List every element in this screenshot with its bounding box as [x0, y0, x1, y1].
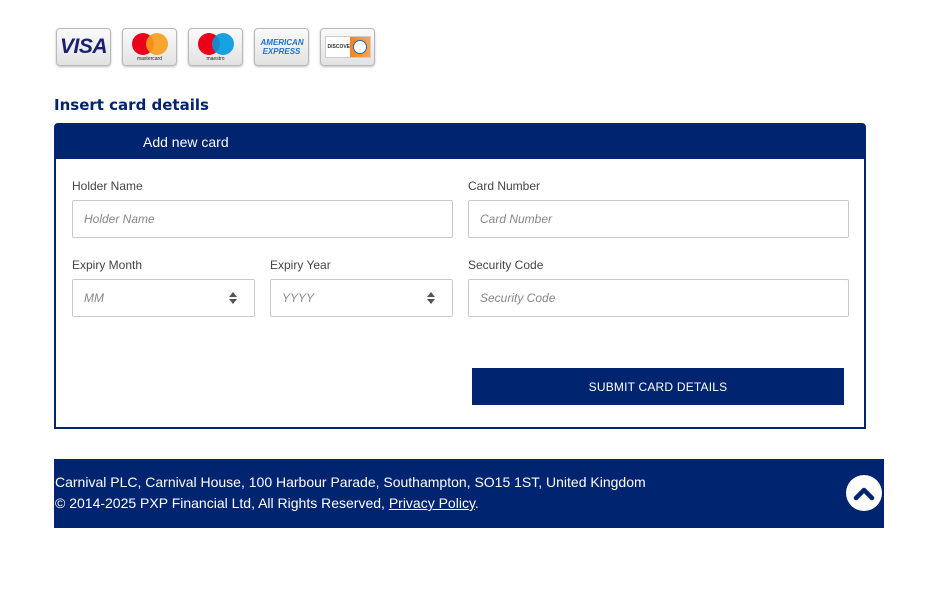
up-down-arrows-icon: [424, 290, 438, 306]
visa-logo-icon: VISA: [56, 28, 111, 66]
footer: Carnival PLC, Carnival House, 100 Harbou…: [54, 459, 884, 528]
card-number-label: Card Number: [468, 179, 541, 193]
amex-logo-icon: AMERICAN EXPRESS: [254, 28, 309, 66]
card-number-input[interactable]: [480, 201, 848, 237]
card-number-field[interactable]: [468, 200, 849, 238]
section-title: Insert card details: [54, 96, 209, 114]
mastercard-logo-icon: mastercard: [122, 28, 177, 66]
security-code-label: Security Code: [468, 258, 544, 272]
discover-diners-logo-icon: DISCOVER: [320, 28, 375, 66]
panel-header: Add new card: [56, 125, 864, 159]
holder-name-label: Holder Name: [72, 179, 143, 193]
up-down-arrows-icon: [226, 290, 240, 306]
footer-copyright: © 2014-2025 PXP Financial Ltd, All Right…: [55, 495, 389, 511]
holder-name-input[interactable]: [84, 201, 452, 237]
expiry-year-placeholder: YYYY: [282, 291, 315, 305]
submit-card-details-button[interactable]: SUBMIT CARD DETAILS: [472, 368, 844, 405]
expiry-month-label: Expiry Month: [72, 258, 143, 272]
privacy-policy-link[interactable]: Privacy Policy: [389, 495, 475, 511]
security-code-input[interactable]: [480, 280, 848, 316]
security-code-field[interactable]: [468, 279, 849, 317]
maestro-logo-icon: maestro: [188, 28, 243, 66]
expiry-year-select[interactable]: YYYY: [270, 279, 453, 317]
holder-name-field[interactable]: [72, 200, 453, 238]
chevron-up-icon: [853, 487, 875, 501]
expiry-month-placeholder: MM: [84, 291, 104, 305]
back-to-top-button[interactable]: [846, 475, 882, 511]
expiry-year-label: Expiry Year: [270, 258, 331, 272]
card-logos: VISA mastercard maestro AMERICAN EXPRESS…: [56, 28, 375, 66]
expiry-month-select[interactable]: MM: [72, 279, 255, 317]
footer-trailing-period: .: [474, 495, 479, 511]
footer-address: Carnival PLC, Carnival House, 100 Harbou…: [55, 474, 646, 490]
footer-copyright-line: © 2014-2025 PXP Financial Ltd, All Right…: [55, 495, 479, 511]
add-card-panel: Add new card Holder Name Card Number Exp…: [54, 123, 866, 429]
